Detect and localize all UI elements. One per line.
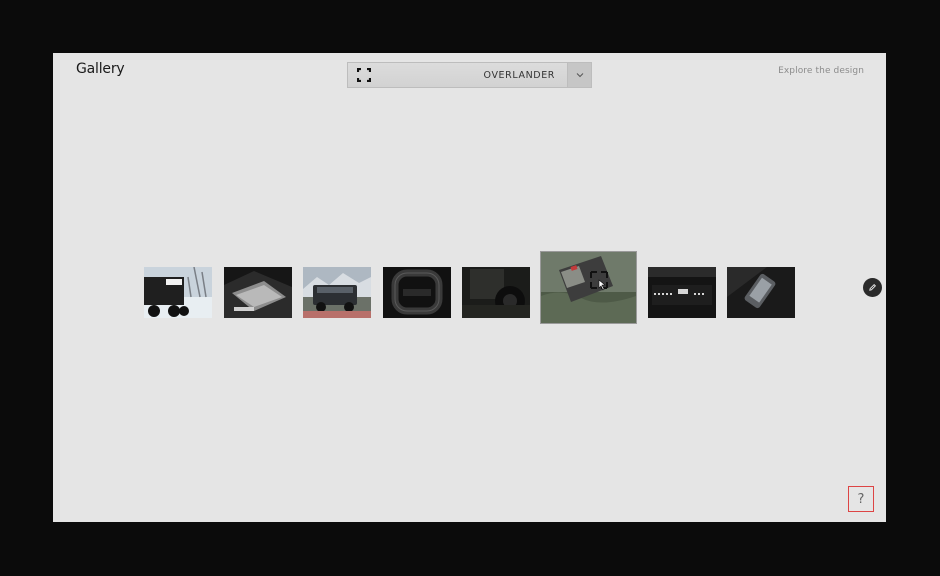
chevron-down-icon[interactable]: [567, 63, 591, 87]
gallery-thumbnail[interactable]: [462, 267, 530, 318]
gallery-thumbnail[interactable]: [224, 267, 292, 318]
gallery-thumbnail[interactable]: [648, 267, 716, 318]
gallery-thumbnail-active[interactable]: [540, 251, 637, 324]
selected-model-label: OVERLANDER: [483, 69, 555, 81]
explore-design-link[interactable]: Explore the design: [778, 66, 864, 76]
focus-frame-icon: [348, 63, 380, 87]
edit-button[interactable]: [863, 278, 882, 297]
help-button[interactable]: ?: [848, 486, 874, 512]
gallery-thumbnail[interactable]: [144, 267, 212, 318]
gallery-panel: Gallery OVERLANDER Explore the design ?: [53, 53, 886, 522]
gallery-thumbnail[interactable]: [303, 267, 371, 318]
gallery-thumbnail[interactable]: [383, 267, 451, 318]
page-title: Gallery: [76, 61, 125, 77]
model-selector-dropdown[interactable]: OVERLANDER: [347, 62, 592, 88]
gallery-thumbnail[interactable]: [727, 267, 795, 318]
pencil-icon: [869, 283, 877, 291]
